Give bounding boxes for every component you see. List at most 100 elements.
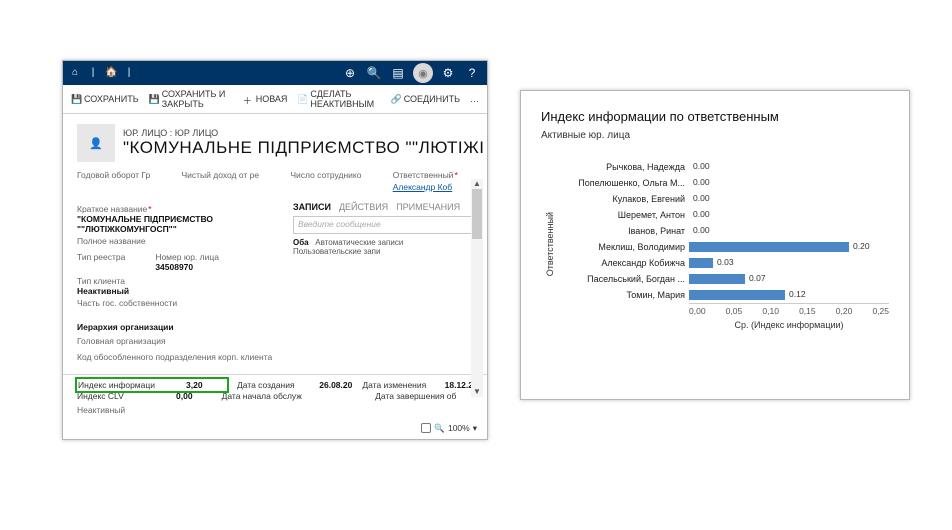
save-close-button[interactable]: 💾СОХРАНИТЬ И ЗАКРЫТЬ (149, 89, 233, 109)
subdiv-code-label: Код обособленного подразделения корп. кл… (77, 352, 283, 362)
income-label: Чистый доход от ре (181, 170, 274, 180)
idx-info-label: Индекс информаци (78, 380, 178, 390)
chart-bar-row: Томин, Мария0.12 (559, 287, 889, 303)
chart-data-label: 0.12 (789, 289, 806, 299)
chart-bar-row: Кулаков, Евгений 0.00 (559, 191, 889, 207)
client-type-label: Тип клиента (77, 276, 283, 286)
short-name-value: "КОМУНАЛЬНЕ ПІДПРИЄМСТВО ""ЛЮТІЖКОМУНГОС… (77, 214, 283, 234)
created-label: Дата создания (237, 380, 309, 390)
record-header: 👤 ЮР. ЛИЦО : ЮР ЛИЦО "КОМУНАЛЬНЕ ПІДПРИЄ… (63, 114, 487, 166)
help-icon[interactable]: ? (463, 64, 481, 82)
chart-bar (689, 258, 713, 268)
tab-notes[interactable]: ЗАПИСИ (293, 202, 331, 212)
scrollbar-thumb[interactable] (472, 189, 482, 239)
short-name-label: Краткое название (77, 204, 283, 214)
chart-data-label: 0.00 (693, 177, 710, 187)
chart-data-label: 0.03 (717, 257, 734, 267)
chart-tick: 0,15 (799, 306, 816, 316)
owner-link[interactable]: Александр Коб (393, 182, 473, 192)
vertical-scrollbar[interactable]: ▲ ▼ (471, 179, 483, 397)
chart-y-axis-label: Ответственный (541, 212, 559, 276)
chart-category-label: Шеремет, Антон (559, 210, 689, 220)
idx-info-value: 3,20 (186, 380, 226, 390)
message-input[interactable]: Введите сообщение (293, 216, 473, 234)
gear-icon[interactable]: ⚙ (439, 64, 457, 82)
breadcrumb: ЮР. ЛИЦО : ЮР ЛИЦО (123, 128, 484, 138)
tab-actions[interactable]: ДЕЙСТВИЯ (339, 202, 388, 212)
chart-bar-row: Меклиш, Володимир 0.20 (559, 239, 889, 255)
crm-toolbar: 💾СОХРАНИТЬ 💾СОХРАНИТЬ И ЗАКРЫТЬ ＋НОВАЯ 📄… (63, 85, 487, 114)
chart-data-label: 0.00 (693, 209, 710, 219)
employees-label: Число сотруднико (290, 170, 376, 180)
zoom-status: 🔍 100% ▾ (63, 421, 487, 440)
chart-bar (689, 274, 745, 284)
chart-bar (689, 290, 785, 300)
chart-data-label: 0.00 (693, 193, 710, 203)
record-footer: Индекс информаци 3,20 Дата создания 26.0… (63, 374, 487, 421)
ownership-label: Часть гос. собственности (77, 298, 283, 308)
parent-org-label: Головная организация (77, 336, 283, 346)
modified-value: 18.12.2 (445, 380, 473, 390)
save-button[interactable]: 💾СОХРАНИТЬ (71, 94, 139, 104)
crm-titlebar: ⌂ | 🏠 | ⊕ 🔍 ▤ ◉ ⚙ ? (63, 61, 487, 85)
divider: | (87, 67, 99, 79)
chart-category-label: Кулаков, Евгений (559, 194, 689, 204)
record-details: Краткое название "КОМУНАЛЬНЕ ПІДПРИЄМСТВ… (77, 202, 283, 374)
chart-tick: 0,00 (689, 306, 706, 316)
legal-num-label: Номер юр. лица (155, 252, 219, 262)
chart-bar-row: Пасельський, Богдан ... 0.07 (559, 271, 889, 287)
chart-tick: 0,10 (762, 306, 779, 316)
chart-bars: Рычкова, Надежда0.00Попелюшенко, Ольга М… (559, 159, 889, 303)
created-value: 26.08.20 (319, 380, 352, 390)
service-end-label: Дата завершения об (375, 391, 473, 401)
chart-bar-row: Александр Кобижча 0.03 (559, 255, 889, 271)
home-icon[interactable]: 🏠 (105, 67, 117, 79)
app-logo-icon[interactable]: ⌂ (69, 67, 81, 79)
more-button[interactable]: … (470, 94, 479, 104)
record-title: "КОМУНАЛЬНЕ ПІДПРИЄМСТВО ""ЛЮТІЖІ (123, 138, 484, 158)
filter-icon[interactable]: ▤ (389, 64, 407, 82)
chart-data-label: 0.20 (853, 241, 870, 251)
modified-label: Дата изменения (362, 380, 434, 390)
deactivate-button[interactable]: 📄СДЕЛАТЬ НЕАКТИВНЫМ (297, 89, 380, 109)
search-icon[interactable]: 🔍 (365, 64, 383, 82)
chart-x-axis: 0,000,050,100,150,200,25 (689, 303, 889, 316)
chart-data-label: 0.00 (693, 161, 710, 171)
chart-tick: 0,20 (836, 306, 853, 316)
divider: | (123, 67, 135, 79)
chart-category-label: Меклиш, Володимир (559, 242, 689, 252)
new-button[interactable]: ＋НОВАЯ (243, 94, 288, 104)
chart-tick: 0,05 (726, 306, 743, 316)
registry-label: Тип реестра (77, 252, 125, 262)
chart-title: Индекс информации по ответственным (541, 109, 889, 124)
activity-pane: ЗАПИСИ ДЕЙСТВИЯ ПРИМЕЧАНИЯ Введите сообщ… (293, 202, 473, 374)
avatar[interactable]: ◉ (413, 63, 433, 83)
idx-clv-value: 0,00 (176, 391, 212, 401)
chart-category-label: Іванов, Ринат (559, 226, 689, 236)
chart-x-axis-label: Ср. (Индекс информации) (689, 320, 889, 330)
chart-category-label: Рычкова, Надежда (559, 162, 689, 172)
owner-label: Ответственный (393, 170, 473, 180)
client-type-value: Неактивный (77, 286, 283, 296)
chart-data-label: 0.00 (693, 225, 710, 235)
filter-row: Оба Автоматические записи Пользовательск… (293, 238, 473, 256)
readonly-icon (421, 423, 431, 433)
legal-num-value: 34508970 (155, 262, 219, 272)
chart-bar-row: Попелюшенко, Ольга М... 0.00 (559, 175, 889, 191)
add-icon[interactable]: ⊕ (341, 64, 359, 82)
chart-bar-row: Іванов, Ринат 0.00 (559, 223, 889, 239)
tab-remarks[interactable]: ПРИМЕЧАНИЯ (396, 202, 460, 212)
chart-category-label: Попелюшенко, Ольга М... (559, 178, 689, 188)
crm-window: ⌂ | 🏠 | ⊕ 🔍 ▤ ◉ ⚙ ? 💾СОХРАНИТЬ 💾СОХРАНИТ… (62, 60, 488, 440)
chart-bar (689, 242, 849, 252)
header-fields: Годовой оборот Гр Чистый доход от ре Чис… (63, 166, 487, 196)
chart-category-label: Пасельський, Богдан ... (559, 274, 689, 284)
record-avatar-icon: 👤 (77, 124, 115, 162)
chart-subtitle: Активные юр. лица (541, 130, 889, 141)
chart-category-label: Александр Кобижча (559, 258, 689, 268)
chart-data-label: 0.07 (749, 273, 766, 283)
chart-bar-row: Шеремет, Антон 0.00 (559, 207, 889, 223)
record-status: Неактивный (77, 405, 473, 415)
idx-clv-label: Индекс CLV (77, 391, 166, 401)
connect-button[interactable]: 🔗СОЕДИНИТЬ (391, 94, 460, 104)
